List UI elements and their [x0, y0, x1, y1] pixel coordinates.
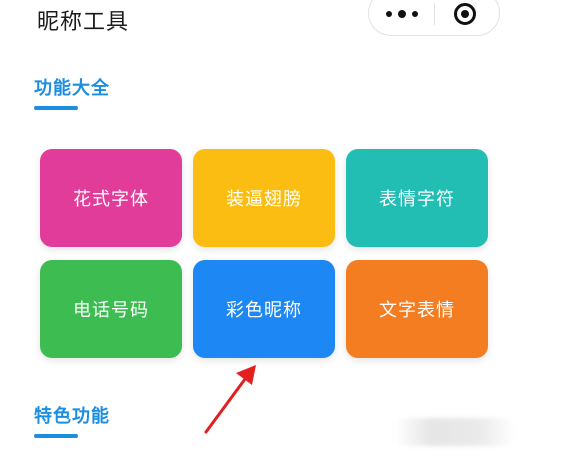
grid-item-color-nickname[interactable]: 彩色昵称 — [193, 260, 335, 358]
app-title: 昵称工具 — [37, 10, 130, 35]
menu-capsule — [368, 0, 500, 36]
grid-item-text-emoticon[interactable]: 文字表情 — [346, 260, 488, 358]
more-dots-icon[interactable] — [386, 5, 418, 23]
section-underline-functions — [34, 106, 78, 110]
grid-item-fancy-font[interactable]: 花式字体 — [40, 149, 182, 247]
capsule-divider — [434, 3, 435, 25]
watermark — [395, 418, 515, 446]
grid-item-wings[interactable]: 装逼翅膀 — [193, 149, 335, 247]
section-title-functions: 功能大全 — [34, 78, 110, 99]
section-underline-featured — [34, 434, 78, 438]
grid-item-emoji-chars[interactable]: 表情字符 — [346, 149, 488, 247]
top-bar: 昵称工具 — [0, 0, 561, 40]
target-icon[interactable] — [454, 3, 476, 25]
section-title-featured: 特色功能 — [34, 406, 110, 427]
grid-item-phone-number[interactable]: 电话号码 — [40, 260, 182, 358]
